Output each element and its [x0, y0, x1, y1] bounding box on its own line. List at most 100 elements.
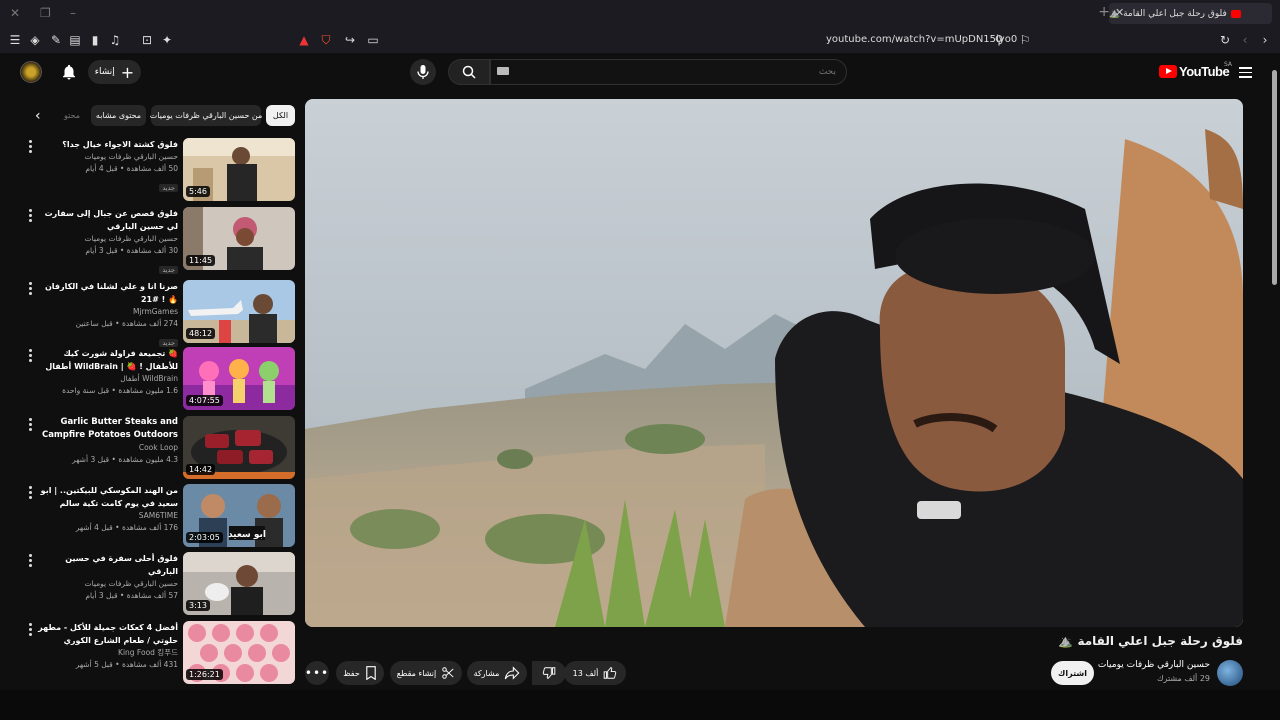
- search-input[interactable]: [490, 59, 847, 85]
- brave-rewards-icon[interactable]: ▲: [296, 32, 312, 48]
- chips-scroll-left-icon[interactable]: ‹: [35, 108, 41, 124]
- list-item[interactable]: 14:42 Garlic Butter Steaks and Campfire …: [22, 416, 295, 480]
- thumbs-up-icon: [604, 667, 617, 679]
- window-close-icon[interactable]: ✕: [10, 6, 20, 20]
- menu-icon[interactable]: ☰: [7, 32, 23, 48]
- more-vertical-icon[interactable]: [29, 554, 33, 569]
- new-badge: جديد: [159, 184, 178, 192]
- bookmark-save-icon: [366, 666, 376, 680]
- clip-button[interactable]: إنشاء مقطع: [390, 661, 462, 685]
- window-maximize-icon[interactable]: ❐: [40, 6, 51, 20]
- account-avatar[interactable]: [20, 61, 42, 83]
- site-settings-icon[interactable]: ⚲: [991, 32, 1007, 48]
- tab-close-icon[interactable]: ✕: [1115, 6, 1124, 19]
- list-item[interactable]: 11:45 فلوق قصص عن جبال إلى سفارت لي حسين…: [22, 207, 295, 274]
- extension-icon[interactable]: ✦: [159, 32, 175, 48]
- more-vertical-icon[interactable]: [29, 209, 33, 224]
- forward-icon[interactable]: ›: [1257, 32, 1273, 48]
- thumbs-down-icon: [542, 667, 556, 679]
- bottom-bar: [0, 690, 1280, 720]
- video-title[interactable]: 🍓 تجميعة فراولة شورت كيك للأطفال ! 🍓 | W…: [36, 347, 178, 373]
- window-minimize-icon[interactable]: –: [70, 6, 76, 20]
- like-button[interactable]: 13 ألف: [564, 661, 626, 685]
- chip-from-channel[interactable]: من حسين البارقي ظرفات يوميات: [150, 105, 262, 126]
- more-vertical-icon[interactable]: [29, 140, 33, 155]
- save-button[interactable]: حفظ: [336, 661, 384, 685]
- list-item[interactable]: ابو سعيد 2:03:05 من الهند المكوسكي للبيك…: [22, 484, 295, 548]
- video-duration: 5:46: [186, 186, 210, 197]
- chip-all[interactable]: الكل: [266, 105, 295, 126]
- video-meta: 57 ألف مشاهدة • قبل 3 أيام: [85, 591, 178, 600]
- reload-icon[interactable]: ↻: [1217, 32, 1233, 48]
- cast-icon[interactable]: ▭: [365, 32, 381, 48]
- create-button[interactable]: إنشاء +: [88, 60, 141, 84]
- video-meta: 1.6 مليون مشاهدة • قبل سنة واحدة: [62, 386, 178, 395]
- sidebar-icon[interactable]: ▮: [87, 32, 103, 48]
- dislike-button[interactable]: [532, 661, 566, 685]
- chip-related[interactable]: محتوى مشابه: [91, 105, 146, 126]
- plus-icon: +: [120, 62, 135, 82]
- brave-shield-icon[interactable]: ⛉: [318, 32, 334, 48]
- browser-tab[interactable]: فلوق رحلة جبل اعلي القامة ⛰️ ✕: [1109, 3, 1272, 24]
- video-title[interactable]: أفضل 4 كعكات جميلة للأكل - مطهر حلوتي / …: [36, 621, 178, 647]
- more-vertical-icon[interactable]: [29, 418, 33, 433]
- channel-name[interactable]: حسين البارقي ظرفات يوميات: [36, 578, 178, 590]
- youtube-play-icon: [1159, 65, 1177, 78]
- save-label: حفظ: [343, 668, 360, 678]
- bookmark-icon[interactable]: ⚐: [1017, 32, 1033, 48]
- search-button[interactable]: [448, 59, 490, 85]
- list-item[interactable]: 48:12 صرنا انا و علي لشلنا في الكارفان 🔥…: [22, 280, 295, 347]
- share-icon: [505, 666, 520, 680]
- tabs-icon[interactable]: ⊡: [139, 32, 155, 48]
- more-vertical-icon[interactable]: [29, 486, 33, 501]
- video-meta: 50 ألف مشاهدة • قبل 4 أيام: [85, 164, 178, 173]
- back-icon[interactable]: ‹: [1237, 32, 1253, 48]
- video-title[interactable]: فلوق كشتة الاجواء خيال جدا؟: [36, 138, 178, 151]
- video-frame-image: [305, 99, 1243, 627]
- reader-icon[interactable]: ▤: [67, 32, 83, 48]
- list-item[interactable]: 4:07:55 🍓 تجميعة فراولة شورت كيك للأطفال…: [22, 347, 295, 411]
- channel-name[interactable]: MjrmGames: [36, 306, 178, 318]
- pen-icon[interactable]: ✎: [48, 32, 64, 48]
- keyboard-icon[interactable]: [497, 67, 509, 75]
- video-title[interactable]: فلوق أحلى سفرة في حسين البارقي: [36, 552, 178, 578]
- more-vertical-icon[interactable]: [29, 282, 33, 297]
- page-scrollbar[interactable]: [1271, 60, 1277, 690]
- video-title[interactable]: Garlic Butter Steaks and Campfire Potato…: [36, 416, 178, 442]
- address-bar-url[interactable]: youtube.com/watch?v=mUpDN15iyo0: [826, 34, 1017, 45]
- video-meta: 274 ألف مشاهدة • قبل ساعتين: [75, 319, 178, 328]
- more-actions-button[interactable]: •••: [305, 661, 329, 685]
- video-player[interactable]: [305, 99, 1243, 627]
- voice-search-button[interactable]: [410, 59, 436, 85]
- channel-name[interactable]: King Food 킹푸드: [36, 647, 178, 659]
- scrollbar-thumb[interactable]: [1272, 70, 1277, 285]
- notifications-bell-icon[interactable]: [60, 63, 78, 85]
- shield-icon[interactable]: ◈: [27, 32, 43, 48]
- channel-name[interactable]: WildBrain أطفال: [36, 373, 178, 385]
- channel-name[interactable]: SAM6TIME: [36, 510, 178, 522]
- video-title: فلوق رحلة جبل اعلي القامة ⛰️: [1058, 634, 1243, 648]
- list-item[interactable]: 5:46 فلوق كشتة الاجواء خيال جدا؟ حسين ال…: [22, 138, 295, 202]
- channel-avatar[interactable]: [1217, 660, 1243, 686]
- video-title[interactable]: من الهند المكوسكي للبيكتين.. | ابو سعيد …: [36, 484, 178, 510]
- channel-name[interactable]: حسين البارقي ظرفات يوميات: [36, 151, 178, 163]
- guide-menu-icon[interactable]: [1239, 67, 1252, 78]
- new-badge: جديد: [159, 266, 178, 274]
- share-page-icon[interactable]: ↪: [342, 32, 358, 48]
- share-button[interactable]: مشاركة: [467, 661, 527, 685]
- list-item[interactable]: 1:26:21 أفضل 4 كعكات جميلة للأكل - مطهر …: [22, 621, 295, 685]
- microphone-icon: [417, 65, 429, 79]
- more-vertical-icon[interactable]: [29, 349, 33, 364]
- chip-overflow[interactable]: محتو: [58, 105, 86, 126]
- channel-name[interactable]: حسين البارقي ظرفات يوميات: [36, 233, 178, 245]
- video-title[interactable]: صرنا انا و علي لشلنا في الكارفان 🔥 ! #21: [36, 280, 178, 306]
- video-title[interactable]: فلوق قصص عن جبال إلى سفارت لي حسين البار…: [36, 207, 178, 233]
- video-meta: 431 ألف مشاهدة • قبل 5 أشهر: [75, 660, 178, 669]
- more-vertical-icon[interactable]: [29, 623, 33, 638]
- youtube-logo[interactable]: YouTube SA: [1159, 61, 1232, 79]
- channel-name[interactable]: Cook Loop: [36, 442, 178, 454]
- list-item[interactable]: 3:13 فلوق أحلى سفرة في حسين البارقي حسين…: [22, 552, 295, 616]
- music-icon[interactable]: ♫: [107, 32, 123, 48]
- subscribe-button[interactable]: اشتراك: [1051, 661, 1094, 685]
- youtube-logo-text: YouTube: [1179, 64, 1230, 79]
